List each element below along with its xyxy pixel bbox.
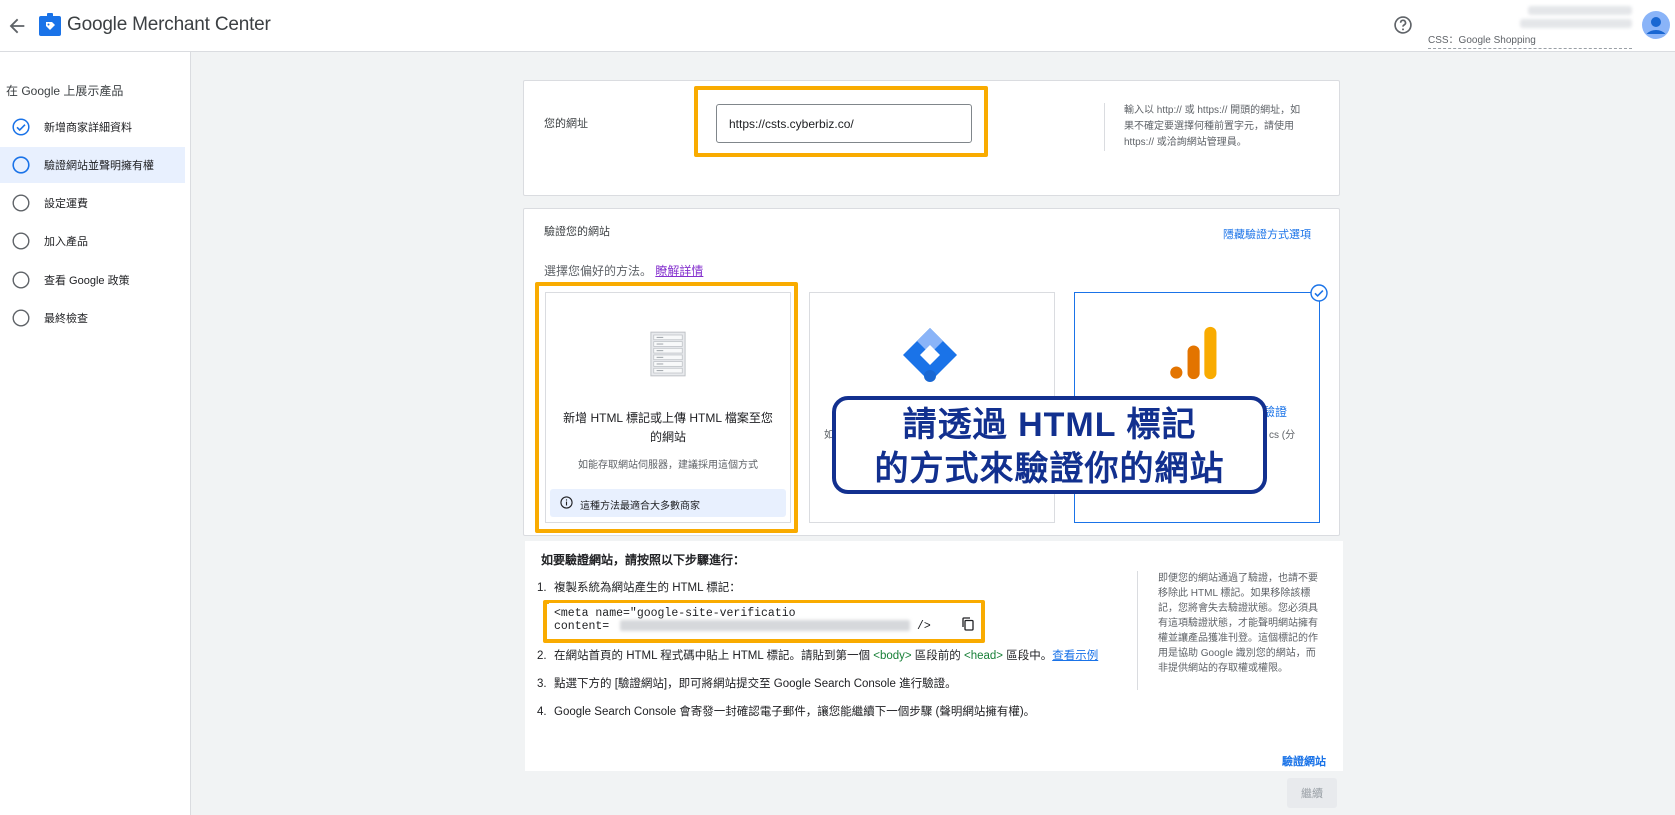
circle-icon (12, 309, 30, 327)
step-4: 4. Google Search Console 會寄發一封確認電子郵件，讓您能繼… (537, 703, 1035, 719)
url-help-text: 輸入以 http:// 或 https:// 開頭的網址，如果不確定要選擇何種前… (1104, 103, 1304, 151)
sidebar-item-label: 設定運費 (44, 198, 88, 210)
step-text: Google Search Console 會寄發一封確認電子郵件，讓您能繼續下… (554, 706, 1036, 718)
choose-method-label: 選擇您偏好的方法。 (544, 264, 653, 278)
html-meta-tag-code[interactable]: <meta name="google-site-verificatio cont… (549, 603, 981, 639)
verify-section-title: 驗證您的網站 (544, 226, 610, 238)
circle-icon (12, 194, 30, 212)
step-text-a: 在網站首頁的 HTML 程式碼中貼上 HTML 標記。請貼到第一個 (554, 650, 874, 662)
account-id-blurred (1520, 19, 1632, 28)
avatar[interactable] (1642, 11, 1670, 39)
account-name[interactable]: CSS：Google Shopping (1428, 31, 1632, 49)
sidebar-item-business-details[interactable]: 新增商家詳細資料 (0, 109, 185, 145)
instruction-callout: 請透過 HTML 標記 的方式來驗證你的網站 (832, 396, 1267, 494)
back-arrow-icon[interactable] (6, 15, 28, 37)
step-text: 複製系統為網站產生的 HTML 標記： (554, 582, 741, 594)
see-example-link[interactable]: 查看示例 (1052, 650, 1098, 662)
step-number: 2. (537, 650, 547, 662)
sidebar-item-final-check[interactable]: 最終檢查 (0, 300, 185, 336)
merchant-center-logo-icon (39, 13, 61, 36)
step-3: 3. 點選下方的 [驗證網站]，即可將網站提交至 Google Search Co… (537, 675, 957, 691)
sidebar-item-label: 查看 Google 政策 (44, 275, 130, 287)
sidebar-item-label: 驗證網站並聲明擁有權 (44, 160, 154, 172)
circle-icon (12, 271, 30, 289)
circle-icon (12, 156, 30, 174)
google-tag-manager-icon (903, 328, 957, 382)
copy-icon[interactable] (961, 617, 975, 631)
head-tag-text: <head> (964, 650, 1004, 662)
verification-token-blurred (620, 620, 911, 632)
top-bar: Google Merchant Center CSS：Google Shoppi… (0, 0, 1675, 52)
code-end: /> (917, 620, 931, 633)
account-email-blurred (1528, 6, 1632, 15)
step-number: 3. (537, 678, 547, 690)
step-2: 2. 在網站首頁的 HTML 程式碼中貼上 HTML 標記。請貼到第一個 <bod… (537, 647, 1098, 663)
step-text-b: 區段前的 (911, 650, 964, 662)
app-title: Google Merchant Center (67, 14, 271, 35)
info-icon (560, 496, 573, 509)
verify-option-html-tag[interactable]: 新增 HTML 標記或上傳 HTML 檔案至您的網站 如能存取網站伺服器，建議採… (545, 292, 791, 523)
website-url-card: 您的網址 輸入以 http:// 或 https:// 開頭的網址，如果不確定要… (523, 80, 1340, 196)
url-label: 您的網址 (544, 118, 588, 130)
option-title: 新增 HTML 標記或上傳 HTML 檔案至您的網站 (563, 411, 773, 444)
step-text: 點選下方的 [驗證網站]，即可將網站提交至 Google Search Cons… (554, 678, 957, 690)
selected-check-icon (1310, 284, 1328, 302)
choose-method-text: 選擇您偏好的方法。 瞭解詳情 (544, 262, 703, 279)
google-analytics-icon (1170, 326, 1217, 380)
code-content-attr: content= (554, 620, 610, 633)
step-number: 4. (537, 706, 547, 718)
circle-icon (12, 232, 30, 250)
body-tag-text: <body> (873, 650, 912, 662)
continue-button[interactable]: 繼續 (1287, 778, 1337, 808)
step-1: 1. 複製系統為網站產生的 HTML 標記： (537, 579, 741, 595)
hide-verification-options-link[interactable]: 隱藏驗證方式選項 (1223, 226, 1311, 242)
verify-website-link[interactable]: 驗證網站 (1282, 753, 1326, 769)
callout-line-2: 的方式來驗證你的網站 (874, 450, 1225, 488)
step-number: 1. (537, 582, 547, 594)
option-subtitle: cs (分 (1269, 430, 1296, 441)
option-subtitle: 如能存取網站伺服器，建議採用這個方式 (578, 460, 758, 471)
setup-sidebar: 在 Google 上展示產品 新增商家詳細資料 驗證網站並聲明擁有權 設定運費 … (0, 52, 191, 815)
sidebar-item-policies[interactable]: 查看 Google 政策 (0, 262, 185, 298)
server-icon (650, 331, 686, 377)
recommended-banner: 這種方法最適合大多數商家 (550, 489, 786, 517)
verification-steps-card: 如要驗證網站，請按照以下步驟進行： 1. 複製系統為網站產生的 HTML 標記： … (525, 541, 1343, 771)
code-line-2: content= /> (554, 620, 976, 633)
sidebar-item-shipping[interactable]: 設定運費 (0, 185, 185, 221)
website-url-input[interactable] (716, 104, 972, 143)
recommended-banner-text: 這種方法最適合大多數商家 (580, 501, 700, 512)
help-icon[interactable] (1393, 15, 1413, 35)
sidebar-item-add-products[interactable]: 加入產品 (0, 223, 185, 259)
steps-title: 如要驗證網站，請按照以下步驟進行： (541, 553, 746, 567)
sidebar-item-label: 最終檢查 (44, 313, 88, 325)
sidebar-item-verify-website[interactable]: 驗證網站並聲明擁有權 (0, 147, 185, 183)
sidebar-heading: 在 Google 上展示產品 (6, 84, 124, 98)
step-text-c: 區段中。 (1003, 650, 1053, 662)
code-line-1: <meta name="google-site-verificatio (554, 607, 796, 620)
learn-more-link[interactable]: 瞭解詳情 (655, 264, 703, 278)
sidebar-item-label: 新增商家詳細資料 (44, 122, 132, 134)
check-circle-icon (12, 118, 30, 136)
steps-help-text: 即便您的網站通過了驗證，也請不要移除此 HTML 標記。如果移除該標記，您將會失… (1137, 571, 1322, 690)
callout-line-1: 請透過 HTML 標記 (902, 406, 1197, 444)
sidebar-item-label: 加入產品 (44, 236, 88, 248)
